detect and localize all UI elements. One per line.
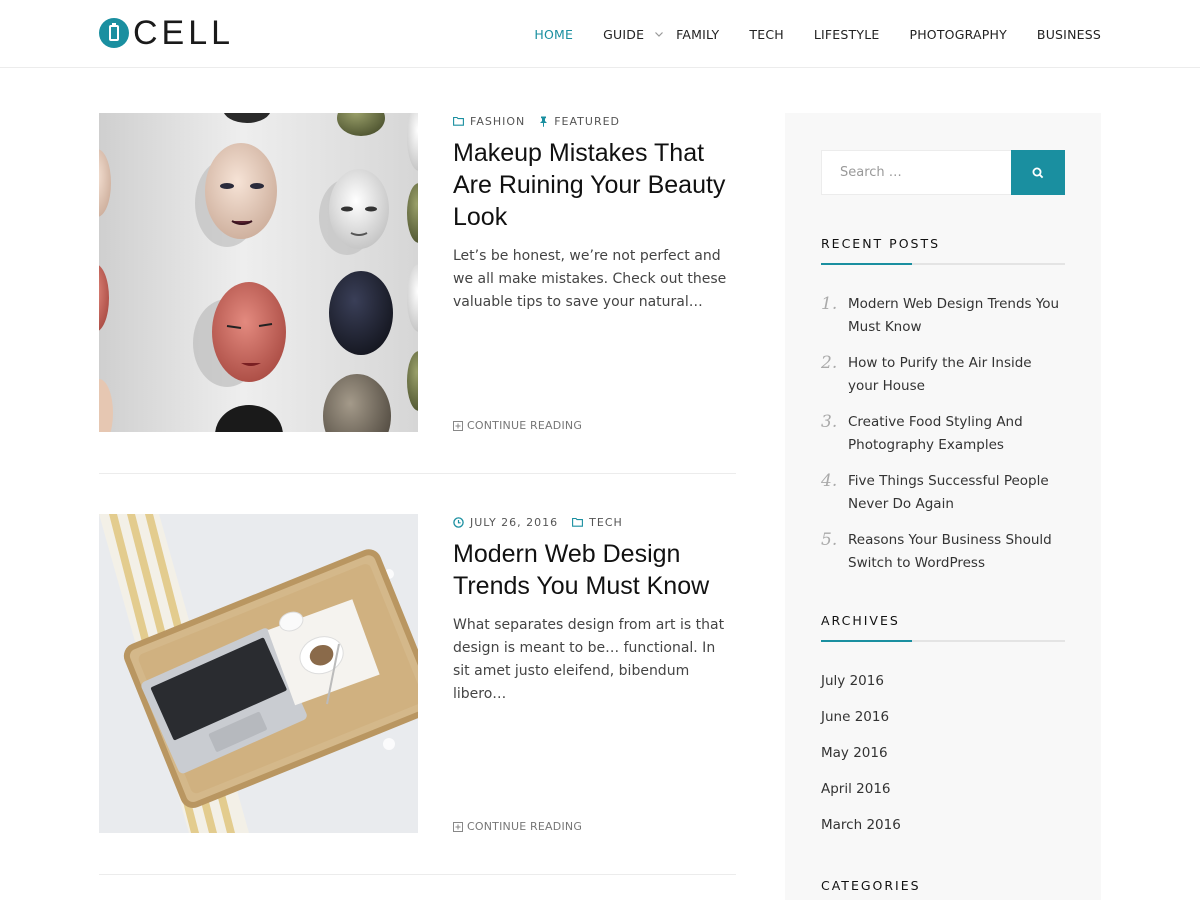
continue-reading-link[interactable]: CONTINUE READING bbox=[453, 419, 582, 432]
list-item: 4. Five Things Successful People Never D… bbox=[821, 470, 1065, 516]
post-body: FASHION FEATURED Makeup Mistakes That Ar… bbox=[453, 113, 736, 432]
category-link[interactable]: TECH bbox=[572, 516, 623, 529]
post-excerpt: What separates design from art is that d… bbox=[453, 617, 725, 702]
recent-post-link[interactable]: Creative Food Styling And Photography Ex… bbox=[848, 411, 1065, 457]
widget-title-underline bbox=[821, 640, 1065, 642]
recent-post-link[interactable]: Modern Web Design Trends You Must Know bbox=[848, 293, 1065, 339]
archive-link[interactable]: May 2016 bbox=[821, 745, 888, 761]
search-form bbox=[821, 150, 1065, 195]
continue-reading-link[interactable]: CONTINUE READING bbox=[453, 820, 582, 833]
post-card: JULY 26, 2016 TECH Modern Web Design Tre… bbox=[99, 514, 736, 875]
search-button[interactable] bbox=[1011, 150, 1065, 195]
folder-icon bbox=[453, 116, 464, 126]
recent-post-link[interactable]: How to Purify the Air Inside your House bbox=[848, 352, 1065, 398]
post-thumbnail-laptop[interactable] bbox=[99, 514, 418, 833]
list-item: 3. Creative Food Styling And Photography… bbox=[821, 411, 1065, 457]
post-image bbox=[99, 514, 418, 833]
search-icon bbox=[1032, 167, 1044, 178]
recent-post-link[interactable]: Five Things Successful People Never Do A… bbox=[848, 470, 1065, 516]
plus-square-icon bbox=[453, 420, 463, 431]
plus-square-icon bbox=[453, 821, 463, 832]
post-divider bbox=[99, 473, 736, 474]
widget-title-archives: ARCHIVES bbox=[821, 613, 900, 628]
post-title[interactable]: Modern Web Design Trends You Must Know bbox=[453, 538, 736, 602]
nav-item-photography[interactable]: PHOTOGRAPHY bbox=[909, 27, 1006, 42]
folder-icon bbox=[572, 517, 584, 527]
list-item: April 2016 bbox=[821, 777, 901, 813]
list-item: 2. How to Purify the Air Inside your Hou… bbox=[821, 352, 1065, 398]
archive-link[interactable]: July 2016 bbox=[821, 673, 884, 689]
recent-posts-list: 1. Modern Web Design Trends You Must Kno… bbox=[821, 293, 1065, 588]
site-logo[interactable]: CELL bbox=[99, 14, 235, 52]
archive-link[interactable]: June 2016 bbox=[821, 709, 889, 725]
list-item: June 2016 bbox=[821, 705, 901, 741]
list-item: 5. Reasons Your Business Should Switch t… bbox=[821, 529, 1065, 575]
archive-link[interactable]: March 2016 bbox=[821, 817, 901, 833]
post-body: JULY 26, 2016 TECH Modern Web Design Tre… bbox=[453, 514, 736, 833]
main-nav: HOME GUIDE FAMILY TECH LIFESTYLE PHOTOGR… bbox=[504, 0, 1101, 68]
category-link[interactable]: FASHION bbox=[453, 115, 525, 128]
nav-item-business[interactable]: BUSINESS bbox=[1037, 27, 1101, 42]
pin-icon bbox=[540, 116, 548, 127]
battery-logo-icon bbox=[99, 18, 129, 48]
nav-item-lifestyle[interactable]: LIFESTYLE bbox=[814, 27, 880, 42]
widget-title-categories: CATEGORIES bbox=[821, 878, 921, 893]
chevron-down-icon bbox=[655, 32, 664, 37]
featured-badge: FEATURED bbox=[539, 115, 620, 128]
nav-item-family[interactable]: FAMILY bbox=[676, 27, 719, 42]
widget-title-underline bbox=[821, 263, 1065, 265]
site-header: CELL HOME GUIDE FAMILY TECH LIFESTYLE PH… bbox=[0, 0, 1200, 68]
archive-link[interactable]: April 2016 bbox=[821, 781, 891, 797]
sidebar: RECENT POSTS 1. Modern Web Design Trends… bbox=[785, 113, 1101, 900]
search-input[interactable] bbox=[821, 150, 1011, 195]
post-thumbnail-mannequins[interactable] bbox=[99, 113, 418, 432]
post-excerpt: Let’s be honest, we’re not perfect and w… bbox=[453, 248, 727, 310]
list-item: July 2016 bbox=[821, 669, 901, 705]
post-divider bbox=[99, 874, 736, 875]
recent-post-link[interactable]: Reasons Your Business Should Switch to W… bbox=[848, 529, 1065, 575]
post-meta: FASHION FEATURED bbox=[453, 113, 736, 129]
nav-item-tech[interactable]: TECH bbox=[749, 27, 783, 42]
post-image bbox=[99, 113, 418, 432]
list-item: May 2016 bbox=[821, 741, 901, 777]
post-card: FASHION FEATURED Makeup Mistakes That Ar… bbox=[99, 113, 736, 474]
logo-text: CELL bbox=[133, 14, 235, 52]
nav-item-home[interactable]: HOME bbox=[534, 27, 573, 42]
post-title[interactable]: Makeup Mistakes That Are Ruining Your Be… bbox=[453, 137, 736, 233]
post-date[interactable]: JULY 26, 2016 bbox=[453, 516, 558, 529]
list-item: March 2016 bbox=[821, 813, 901, 849]
post-meta: JULY 26, 2016 TECH bbox=[453, 514, 736, 530]
clock-icon bbox=[453, 516, 464, 528]
nav-item-guide[interactable]: GUIDE bbox=[603, 27, 664, 42]
archives-list: July 2016 June 2016 May 2016 April 2016 … bbox=[821, 669, 901, 849]
widget-title-recent-posts: RECENT POSTS bbox=[821, 236, 941, 251]
list-item: 1. Modern Web Design Trends You Must Kno… bbox=[821, 293, 1065, 339]
